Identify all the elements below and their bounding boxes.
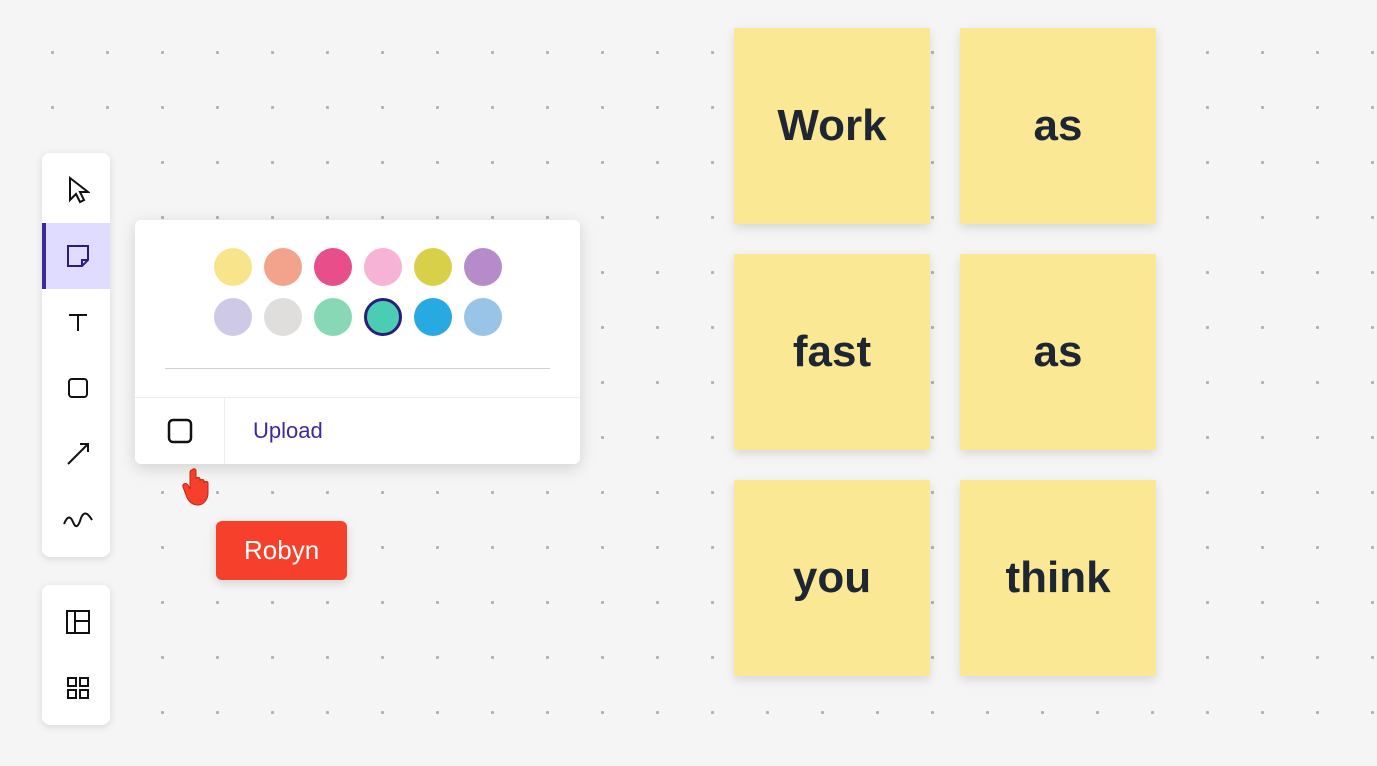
- popup-divider: [165, 368, 550, 369]
- color-swatch-blue[interactable]: [414, 298, 452, 336]
- upload-label-text: Upload: [253, 418, 323, 444]
- color-swatch-olive[interactable]: [414, 248, 452, 286]
- sticky-text: as: [1034, 327, 1083, 377]
- color-swatch-mint[interactable]: [314, 298, 352, 336]
- arrow-tool[interactable]: [42, 421, 110, 487]
- arrow-icon: [63, 439, 93, 469]
- sticky-text: you: [793, 553, 871, 603]
- cursor-icon: [66, 176, 90, 204]
- text-icon: [65, 309, 91, 335]
- main-toolbar: [42, 153, 110, 557]
- sticky-note-3[interactable]: fast: [734, 254, 930, 450]
- select-tool[interactable]: [42, 157, 110, 223]
- color-row-2: [214, 298, 502, 336]
- color-swatch-grey[interactable]: [264, 298, 302, 336]
- text-tool[interactable]: [42, 289, 110, 355]
- color-swatch-area: [135, 220, 580, 344]
- color-swatch-teal[interactable]: [364, 298, 402, 336]
- scribble-icon: [62, 510, 94, 530]
- sticky-note-2[interactable]: as: [960, 28, 1156, 224]
- square-outline-icon: [165, 416, 195, 446]
- collaborator-cursor-icon: [178, 465, 218, 507]
- sticky-color-popup: Upload: [135, 220, 580, 464]
- template-icon: [64, 608, 92, 636]
- sticky-text: as: [1034, 101, 1083, 151]
- secondary-toolbar: [42, 585, 110, 725]
- color-swatch-lightpink[interactable]: [364, 248, 402, 286]
- sticky-note-4[interactable]: as: [960, 254, 1156, 450]
- sticky-text: fast: [793, 327, 871, 377]
- grid-icon: [64, 674, 92, 702]
- sticky-note-tool[interactable]: [42, 223, 110, 289]
- color-swatch-pink[interactable]: [314, 248, 352, 286]
- color-swatch-salmon[interactable]: [264, 248, 302, 286]
- shape-tool[interactable]: [42, 355, 110, 421]
- sticky-note-icon: [64, 242, 92, 270]
- sticky-note-1[interactable]: Work: [734, 28, 930, 224]
- scribble-tool[interactable]: [42, 487, 110, 553]
- sticky-note-6[interactable]: think: [960, 480, 1156, 676]
- sticky-text: think: [1005, 553, 1110, 603]
- apps-tool[interactable]: [42, 655, 110, 721]
- color-swatch-lavender[interactable]: [214, 298, 252, 336]
- color-swatch-lightblue[interactable]: [464, 298, 502, 336]
- upload-square-button[interactable]: [135, 398, 225, 464]
- color-swatch-yellow[interactable]: [214, 248, 252, 286]
- collaborator-name-tag: Robyn: [216, 521, 347, 580]
- collaborator-name: Robyn: [244, 535, 319, 565]
- color-row-1: [214, 248, 502, 286]
- color-swatch-purple[interactable]: [464, 248, 502, 286]
- upload-button[interactable]: Upload: [225, 398, 580, 464]
- sticky-text: Work: [777, 101, 886, 151]
- sticky-note-5[interactable]: you: [734, 480, 930, 676]
- square-icon: [65, 375, 91, 401]
- template-tool[interactable]: [42, 589, 110, 655]
- upload-row: Upload: [135, 397, 580, 464]
